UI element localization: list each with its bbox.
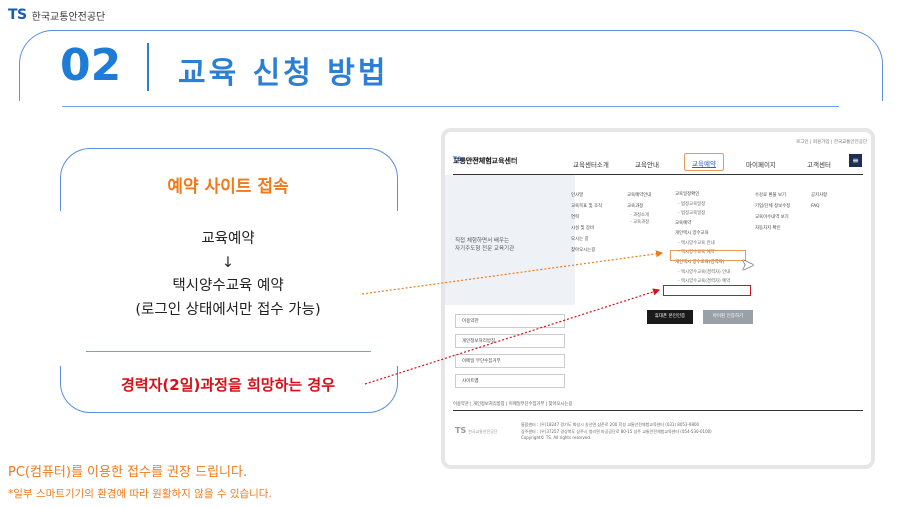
phone-auth-button[interactable]: 휴대폰 본인인증	[647, 310, 693, 324]
menu-item[interactable]: FAQ	[811, 201, 827, 212]
org-name: 한국교통안전공단	[31, 11, 106, 23]
menu-item[interactable]: 오시는 길	[571, 234, 602, 245]
menu-item[interactable]: - 택시양수교육(경력자) 안내	[675, 268, 730, 278]
menu-item[interactable]: 교육예약	[675, 219, 730, 229]
menu-item[interactable]: 공지사항	[811, 190, 827, 201]
menu-item[interactable]: 찾아오시는길	[571, 245, 602, 256]
banner-line-2: 자기주도형 전문 교육기관	[455, 246, 515, 252]
mobile-warning-note: *일부 스마트기기의 환경에 따라 원활하지 않을 수 있습니다.	[8, 488, 272, 500]
menu-item[interactable]: 교육예약안내	[627, 190, 651, 201]
side-item[interactable]: 이용약관	[455, 314, 565, 328]
pc-recommend-note: PC(컴퓨터)를 이용한 접수를 권장 드립니다.	[8, 465, 248, 480]
footer-links[interactable]: 이용약관 | 개인정보처리방침 | 이메일무단수집거부 | 찾아오시는길	[453, 401, 572, 407]
menu-col-mypage: 수강료 환불 보기 기업/단체 정보수정 교육이수내역 보기 자동차지 확인	[755, 190, 790, 234]
menu-item[interactable]: 교육일정확인	[675, 190, 730, 200]
menu-item[interactable]: 교육목표 및 조직	[571, 201, 602, 212]
footer-logo-org: 한국교통안전공단	[468, 429, 498, 434]
steps-block: 교육예약 ↓ 택시양수교육 예약 (로그인 상태에서만 접수 가능)	[60, 228, 396, 322]
footer-copyright: Copyright© TS. All rights reserved.	[521, 435, 592, 440]
menu-item[interactable]: 기업/단체 정보수정	[755, 201, 790, 212]
mouse-cursor-icon: ➤	[741, 255, 755, 274]
site-top-links[interactable]: 로그인 | 회원가입 | 한국교통안전공단	[796, 139, 867, 145]
career-note: 경력자(2일)과정을 희망하는 경우	[121, 376, 335, 394]
menu-item[interactable]: 인사말	[571, 190, 602, 201]
step-taxi-reservation: 택시양수교육 예약	[172, 278, 284, 294]
nav-center-intro[interactable]: 교육센터소개	[573, 159, 609, 169]
highlight-career-reservation	[663, 285, 751, 296]
down-arrow-icon: ↓	[221, 254, 235, 271]
menu-item[interactable]: 시설 및 장비	[571, 223, 602, 234]
title-rule	[62, 106, 839, 107]
menu-item[interactable]: - 법정교육일정	[675, 200, 730, 210]
step-education-reservation: 교육예약	[201, 231, 255, 247]
menu-item[interactable]: 개인택시 양수교육	[675, 229, 730, 239]
footer-divider	[453, 410, 863, 411]
footer-logo: TS 한국교통안전공단	[455, 426, 498, 435]
menu-col-intro: 인사말 교육목표 및 조직 연혁 시설 및 장비 오시는 길 찾아오시는길	[571, 190, 602, 256]
org-logo: TS 한국교통안전공단	[8, 7, 105, 23]
step-login-note: (로그인 상태에서만 접수 가능)	[135, 301, 321, 318]
side-item[interactable]: 사이트맵	[455, 374, 565, 388]
banner-text: 직접 체험하면서 배우는 자기주도형 전문 교육기관	[455, 237, 514, 253]
footer-logo-mark: TS	[455, 426, 467, 435]
section-title: 교육 신청 방법	[178, 56, 389, 91]
nav-education-info[interactable]: 교육안내	[635, 159, 659, 169]
logo-mark: TS	[8, 7, 27, 23]
nav-reservation-label: 교육예약	[692, 160, 716, 168]
site-name[interactable]: 교통안전체험교육센터	[453, 156, 517, 166]
menu-col-reservation: 교육일정확인 - 법정교육일정 - 법정교육일정 교육예약 개인택시 양수교육 …	[675, 190, 730, 287]
menu-item[interactable]: - 교육과정	[627, 219, 651, 226]
banner-line-1: 직접 체험하면서 배우는	[455, 238, 510, 244]
menu-item[interactable]: 자동차지 확인	[755, 223, 790, 234]
menu-item[interactable]: 수강료 환불 보기	[755, 190, 790, 201]
section-number: 02	[60, 40, 122, 91]
side-item[interactable]: 개인정보처리방침	[455, 334, 565, 348]
menu-col-support: 공지사항 FAQ	[811, 190, 827, 212]
card-separator	[86, 351, 371, 352]
menu-hamburger-icon[interactable]: ≡	[849, 154, 862, 167]
ipin-auth-button[interactable]: 아이핀 인증하기	[703, 310, 753, 324]
nav-customer-center[interactable]: 고객센터	[807, 159, 831, 169]
nav-mypage[interactable]: 마이페이지	[746, 159, 776, 169]
menu-col-info: 교육예약안내 교육과정 - 과정소개 - 교육과정	[627, 190, 651, 226]
menu-item[interactable]: - 택시양수교육 안내	[675, 239, 730, 249]
website-screenshot: 로그인 | 회원가입 | 한국교통안전공단 TS 한국교통안전공단 교통안전체험교…	[441, 128, 875, 469]
menu-item[interactable]: - 과정소개	[627, 212, 651, 219]
side-item[interactable]: 이메일 무단수집거부	[455, 354, 565, 368]
title-divider	[147, 43, 149, 91]
footer-address: 통합센터 : (우)18247 경기도 화성시 송산면 삼존로 200 학성 교…	[521, 422, 712, 442]
menu-item[interactable]: 교육이수내역 보기	[755, 212, 790, 223]
menu-item[interactable]: - 법정교육일정	[675, 209, 730, 219]
menu-item[interactable]: 교육과정	[627, 201, 651, 212]
footer-addr-line: 통합센터 : (우)18247 경기도 화성시 송산면 삼존로 200 학성 교…	[521, 422, 700, 427]
nav-education-reservation[interactable]: 교육예약	[684, 153, 724, 171]
card-heading: 예약 사이트 접속	[167, 177, 289, 197]
menu-item[interactable]: 연혁	[571, 212, 602, 223]
highlight-taxi-reservation	[670, 250, 746, 261]
